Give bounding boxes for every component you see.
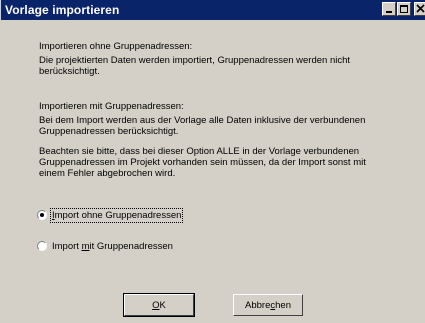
warning-line1: Beachten sie bitte, dass bei dieser Opti… (39, 146, 360, 157)
cancel-button-label: Abbrechen (245, 299, 291, 311)
radio-selected-dot (40, 213, 44, 217)
without-groups-heading: Importieren ohne Gruppenadressen: (39, 41, 193, 52)
with-groups-description-line2: Gruppenadressen berücksichtigt. (39, 126, 179, 137)
maximize-icon (400, 5, 408, 13)
warning-line2: Gruppenadressen im Projekt vorhanden sei… (39, 157, 366, 168)
with-groups-heading: Importieren mit Gruppenadressen: (39, 101, 184, 112)
minimize-icon (386, 11, 392, 13)
ok-button[interactable]: OK (123, 293, 195, 317)
title-bar[interactable]: Vorlage importieren (1, 0, 425, 20)
maximize-button[interactable] (397, 2, 411, 16)
radio-import-without-groups[interactable] (37, 210, 47, 220)
option-import-without-groups[interactable]: Import ohne Gruppenadressen (37, 207, 184, 223)
radio-import-with-groups[interactable] (37, 241, 47, 251)
close-icon (416, 4, 425, 13)
with-groups-description-line1: Bei dem Import werden aus der Vorlage al… (39, 115, 366, 126)
ok-button-label: OK (152, 299, 166, 311)
minimize-button[interactable] (382, 2, 396, 16)
close-button[interactable] (414, 2, 425, 16)
without-groups-description-line1: Die projektierten Daten werden importier… (39, 55, 351, 66)
without-groups-description-line2: berücksichtigt. (39, 66, 100, 77)
option-import-with-groups[interactable]: Import mit Gruppenadressen (37, 239, 173, 253)
option-import-with-groups-label: Import mit Gruppenadressen (52, 240, 173, 252)
option-import-without-groups-label: Import ohne Gruppenadressen (49, 207, 184, 223)
import-template-dialog: Vorlage importieren Importieren ohne Gru… (0, 0, 425, 323)
cancel-button[interactable]: Abbrechen (233, 294, 303, 316)
window-title: Vorlage importieren (5, 3, 120, 17)
warning-line3: einem Fehler abgebrochen wird. (39, 168, 176, 179)
